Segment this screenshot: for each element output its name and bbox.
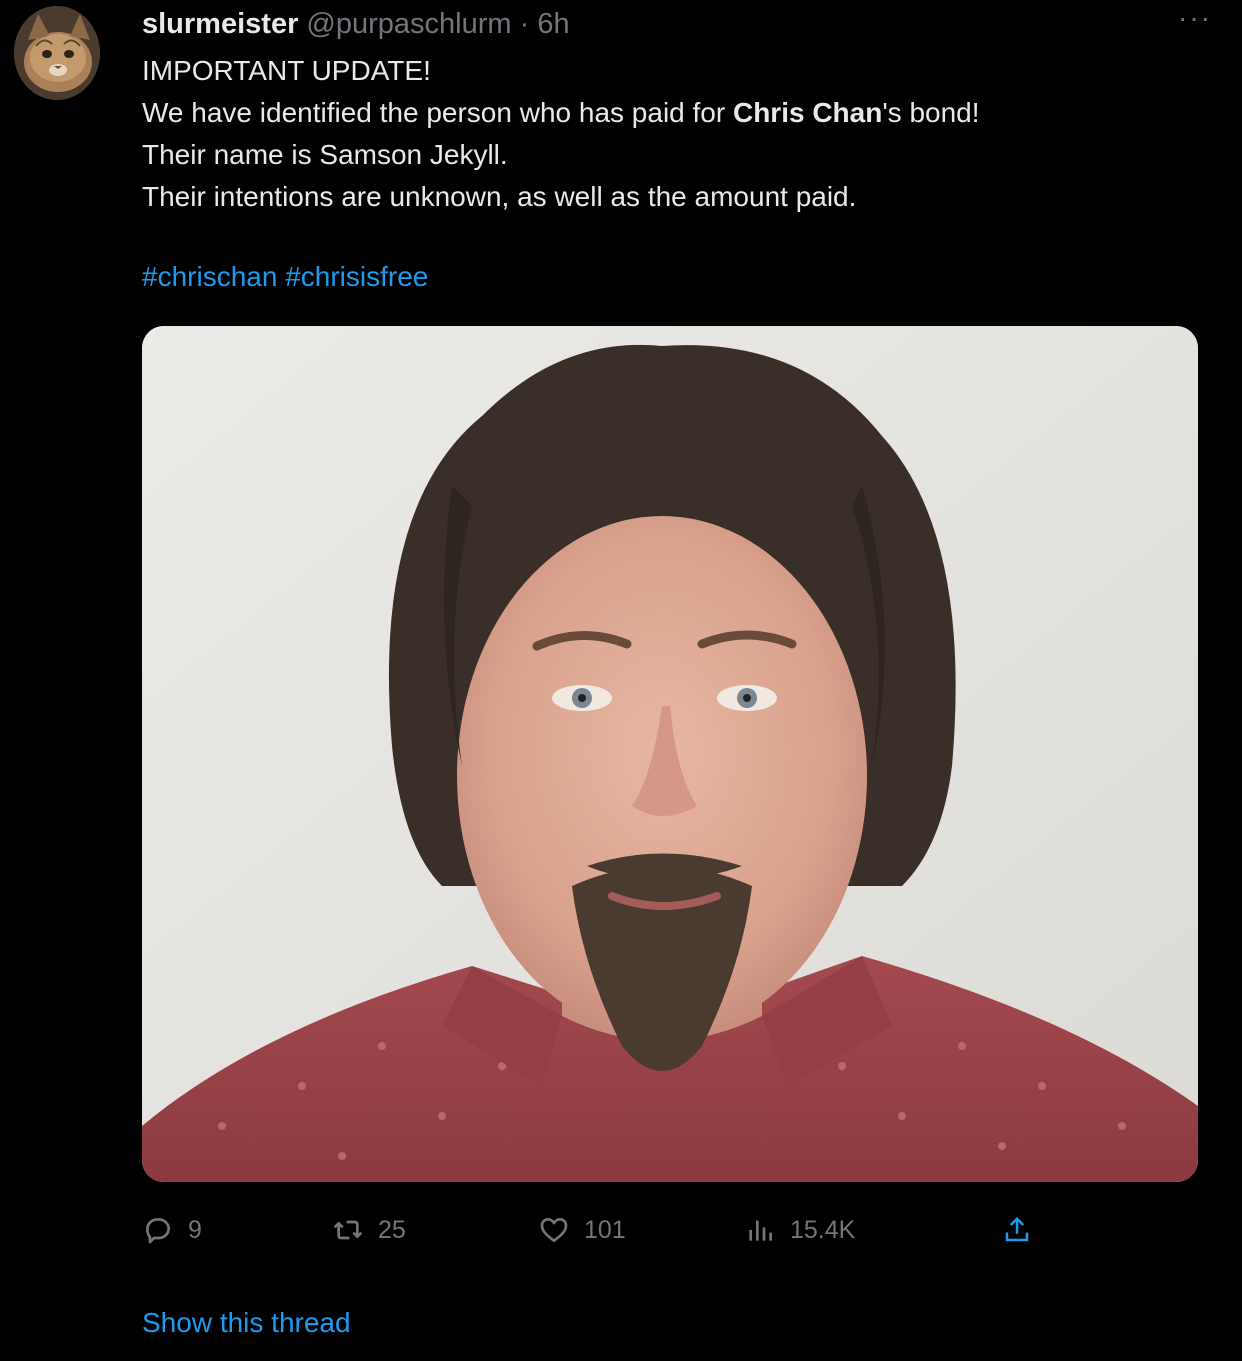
tweet-actions: 9 25 101 15.4K: [142, 1208, 1042, 1252]
views-chart-icon: [749, 1220, 772, 1241]
hashtag-link[interactable]: #chrischan: [142, 261, 277, 292]
tweet-text-bold-name: Chris Chan: [732, 97, 883, 128]
hashtag-link[interactable]: #chrisisfree: [285, 261, 428, 292]
timestamp[interactable]: 6h: [537, 8, 569, 40]
retweet-icon: [333, 1220, 363, 1240]
portrait-photo: [142, 326, 1198, 1182]
reply-button[interactable]: 9: [142, 1208, 202, 1252]
tweet-text-line-2-pre: We have identified the person who has pa…: [142, 97, 733, 128]
views-count: 15.4K: [790, 1215, 856, 1244]
more-dots-icon[interactable]: ···: [1178, 4, 1212, 32]
tweet-text-line-3: Their name is Samson Jekyll.: [142, 139, 508, 170]
hashtags: #chrischan #chrisisfree: [142, 257, 428, 297]
separator-dot: ·: [519, 8, 530, 40]
tweet-text-line-1: IMPORTANT UPDATE!: [142, 55, 431, 86]
reply-icon: [146, 1218, 170, 1244]
share-icon: [1005, 1216, 1029, 1242]
tweet-text-line-2-post: 's bond!: [882, 97, 980, 128]
tweet-text-line-2: We have identified the person who has pa…: [142, 92, 1202, 134]
cat-avatar-icon: [14, 6, 100, 100]
views-button[interactable]: 15.4K: [744, 1208, 855, 1252]
like-button[interactable]: 101: [538, 1208, 626, 1252]
like-count: 101: [584, 1215, 626, 1244]
tweet-media-photo[interactable]: [142, 326, 1198, 1182]
tweet-text-line-4: Their intentions are unknown, as well as…: [142, 181, 857, 212]
retweet-button[interactable]: 25: [332, 1208, 406, 1252]
tweet[interactable]: slurmeister @purpaschlurm · 6h ··· IMPOR…: [0, 0, 1242, 1361]
tweet-header: slurmeister @purpaschlurm · 6h: [142, 6, 570, 42]
avatar[interactable]: [14, 6, 100, 100]
user-handle[interactable]: @purpaschlurm: [306, 8, 511, 40]
display-name[interactable]: slurmeister: [142, 8, 298, 40]
show-thread-link[interactable]: Show this thread: [142, 1303, 351, 1343]
reply-count: 9: [188, 1215, 202, 1244]
share-button[interactable]: [995, 1208, 1039, 1252]
retweet-count: 25: [378, 1215, 406, 1244]
tweet-text: IMPORTANT UPDATE! We have identified the…: [142, 50, 1202, 218]
heart-icon: [540, 1218, 568, 1242]
